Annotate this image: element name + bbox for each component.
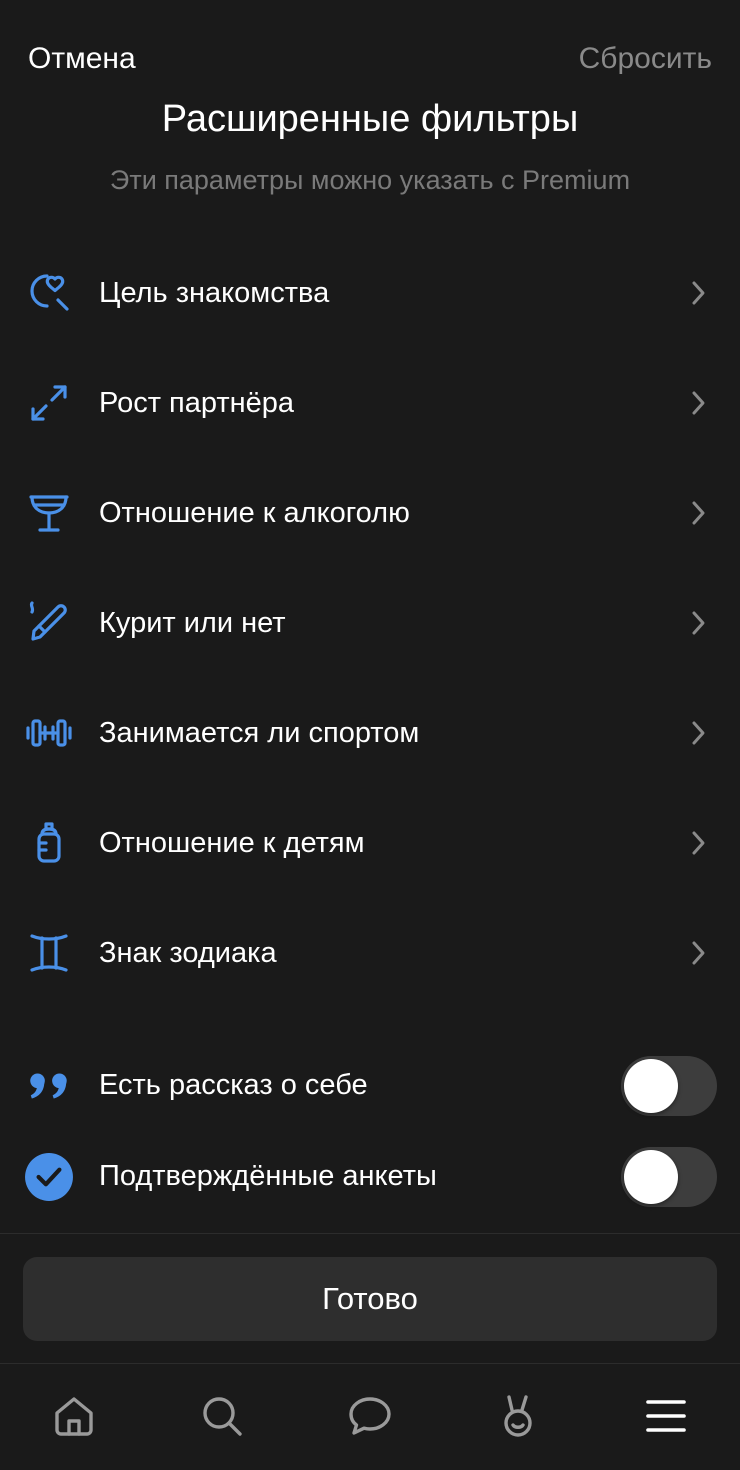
- bottom-tab-bar: [0, 1364, 740, 1470]
- switch-knob: [624, 1058, 678, 1113]
- page-title: Расширенные фильтры: [161, 98, 579, 140]
- expand-arrows-icon: [24, 378, 74, 428]
- filter-row-zodiac[interactable]: Знак зодиака: [0, 898, 740, 1008]
- heart-search-icon: [24, 268, 74, 318]
- search-icon: [203, 1397, 242, 1436]
- chevron-right-icon: [692, 831, 705, 855]
- filter-label: Занимается ли спортом: [99, 716, 420, 749]
- chevron-right-icon: [692, 611, 705, 635]
- dumbbell-icon: [24, 708, 74, 758]
- chevron-right-icon: [692, 721, 705, 745]
- done-button[interactable]: Готово: [23, 1257, 717, 1341]
- toggle-label: Есть рассказ о себе: [99, 1069, 368, 1101]
- home-icon: [55, 1397, 93, 1436]
- filter-label: Курит или нет: [99, 606, 286, 639]
- filter-label: Отношение к алкоголю: [99, 496, 410, 529]
- filter-label: Рост партнёра: [99, 386, 295, 419]
- verified-toggle-switch[interactable]: [621, 1146, 717, 1207]
- reset-button[interactable]: Сбросить: [579, 42, 712, 76]
- verified-check-icon: [24, 1152, 74, 1202]
- toggle-row-about: Есть рассказ о себе: [0, 1040, 740, 1131]
- tab-home[interactable]: [44, 1388, 104, 1444]
- menu-icon: [646, 1400, 686, 1432]
- switch-knob: [624, 1149, 678, 1204]
- filter-label: Цель знакомства: [99, 276, 330, 309]
- about-toggle-switch[interactable]: [621, 1055, 717, 1116]
- tab-search[interactable]: [192, 1388, 252, 1444]
- filter-list: Цель знакомства Рост партнёра Отношение …: [0, 238, 740, 1008]
- filter-row-smoking[interactable]: Курит или нет: [0, 568, 740, 678]
- chevron-right-icon: [692, 941, 705, 965]
- filter-row-children[interactable]: Отношение к детям: [0, 788, 740, 898]
- cigarette-icon: [24, 598, 74, 648]
- wine-glass-icon: [24, 488, 74, 538]
- divider: [0, 1233, 740, 1234]
- cancel-button[interactable]: Отмена: [28, 42, 136, 76]
- gemini-icon: [24, 928, 74, 978]
- chevron-right-icon: [692, 391, 705, 415]
- tab-likes[interactable]: [488, 1388, 548, 1444]
- toggle-list: Есть рассказ о себе Подтверждённые анкет…: [0, 1040, 740, 1222]
- quote-icon: [24, 1061, 74, 1111]
- filter-row-dating-goal[interactable]: Цель знакомства: [0, 238, 740, 348]
- filter-row-alcohol[interactable]: Отношение к алкоголю: [0, 458, 740, 568]
- filter-row-sport[interactable]: Занимается ли спортом: [0, 678, 740, 788]
- chevron-right-icon: [692, 501, 705, 525]
- tab-chat[interactable]: [340, 1388, 400, 1444]
- baby-bottle-icon: [24, 818, 74, 868]
- filter-row-partner-height[interactable]: Рост партнёра: [0, 348, 740, 458]
- filter-label: Отношение к детям: [99, 826, 365, 859]
- filter-label: Знак зодиака: [99, 936, 277, 969]
- premium-subtitle: Эти параметры можно указать с Premium: [109, 165, 631, 195]
- toggle-row-verified: Подтверждённые анкеты: [0, 1131, 740, 1222]
- tab-menu[interactable]: [636, 1388, 696, 1444]
- top-bar: Отмена Сбросить: [28, 36, 712, 82]
- toggle-label: Подтверждённые анкеты: [99, 1160, 437, 1192]
- chevron-right-icon: [692, 281, 705, 305]
- chat-icon: [349, 1397, 391, 1435]
- bunny-icon: [504, 1395, 532, 1437]
